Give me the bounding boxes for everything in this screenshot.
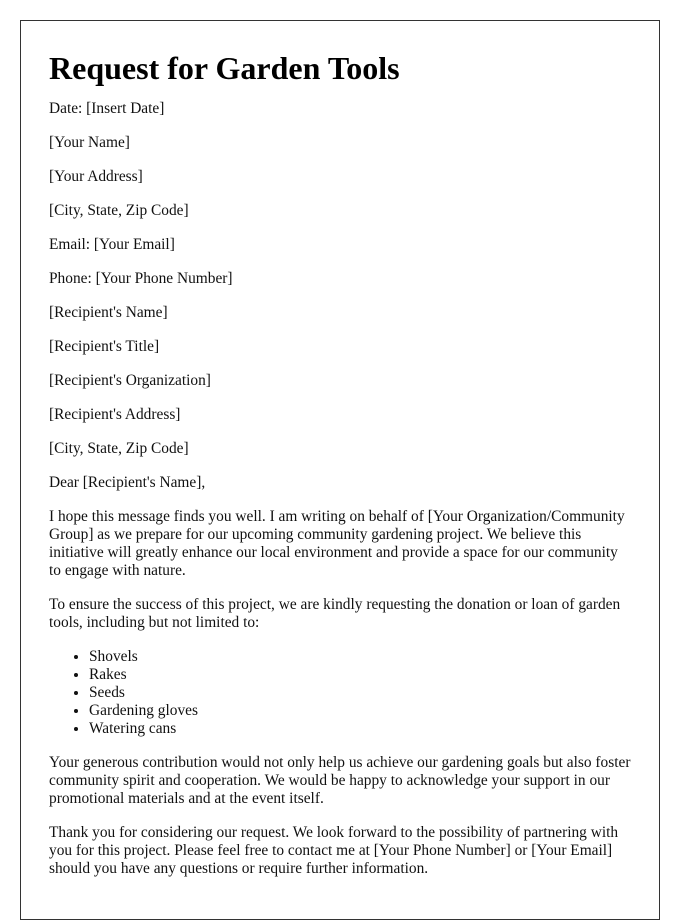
recipient-title: [Recipient's Title] xyxy=(49,338,160,355)
list-item: Watering cans xyxy=(89,720,631,738)
list-item: Gardening gloves xyxy=(89,702,631,720)
request-paragraph: To ensure the success of this project, w… xyxy=(49,596,621,631)
letter-title: Request for Garden Tools xyxy=(49,50,400,86)
recipient-name: [Recipient's Name] xyxy=(49,304,168,321)
tools-list: Shovels Rakes Seeds Gardening gloves Wat… xyxy=(49,648,631,738)
recipient-address: [Recipient's Address] xyxy=(49,406,181,423)
sender-phone: Phone: [Your Phone Number] xyxy=(49,270,233,287)
recipient-city-state-zip: [City, State, Zip Code] xyxy=(49,440,189,457)
recipient-organization: [Recipient's Organization] xyxy=(49,372,211,389)
list-item: Seeds xyxy=(89,684,631,702)
intro-paragraph: I hope this message finds you well. I am… xyxy=(49,508,625,579)
list-item: Shovels xyxy=(89,648,631,666)
sender-city-state-zip: [City, State, Zip Code] xyxy=(49,202,189,219)
sender-name: [Your Name] xyxy=(49,134,130,151)
contribution-paragraph: Your generous contribution would not onl… xyxy=(49,754,631,807)
sender-address: [Your Address] xyxy=(49,168,143,185)
sender-email: Email: [Your Email] xyxy=(49,236,175,253)
letter-document: Request for Garden Tools Date: [Insert D… xyxy=(20,20,660,920)
letter-header-block: Date: [Insert Date] [Your Name] [Your Ad… xyxy=(49,100,631,492)
date-line: Date: [Insert Date] xyxy=(49,100,165,117)
closing-paragraph: Thank you for considering our request. W… xyxy=(49,824,619,877)
salutation: Dear [Recipient's Name], xyxy=(49,474,206,491)
list-item: Rakes xyxy=(89,666,631,684)
